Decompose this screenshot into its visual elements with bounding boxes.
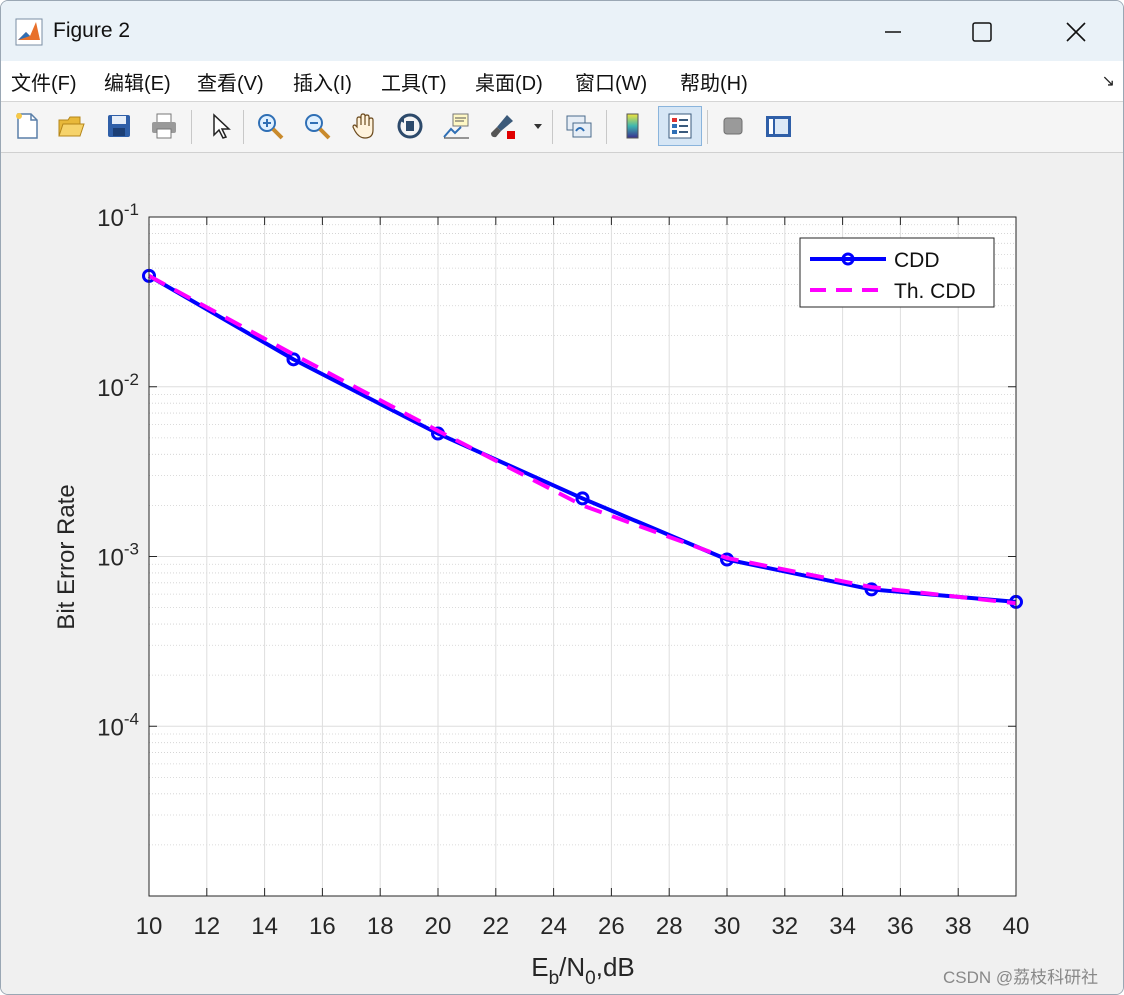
x-tick-label: 12 — [193, 913, 220, 940]
x-tick-label: 10 — [136, 913, 163, 940]
x-tick-label: 38 — [945, 913, 972, 940]
legend-label-cdd: CDD — [894, 249, 940, 272]
rotate-3d-icon — [397, 113, 423, 139]
print-icon — [152, 113, 176, 139]
select-pointer-icon — [213, 113, 231, 139]
legend-icon — [668, 113, 692, 139]
open-file-button[interactable] — [53, 108, 89, 144]
legend-label-th-cdd: Th. CDD — [894, 280, 976, 303]
link-plot-button[interactable] — [561, 108, 597, 144]
save-icon — [108, 115, 130, 137]
menu-bar: 文件(F) 编辑(E) 查看(V) 插入(I) 工具(T) 桌面(D) 窗口(W… — [1, 61, 1123, 102]
caret-down-icon — [534, 124, 542, 129]
toolbar-separator — [606, 110, 607, 144]
hide-plot-tools-icon — [723, 117, 743, 135]
pan-hand-icon — [352, 113, 374, 139]
zoom-in-button[interactable] — [252, 108, 288, 144]
menu-file[interactable]: 文件(F) — [11, 67, 77, 96]
x-tick-label: 20 — [425, 913, 452, 940]
minimize-button[interactable] — [863, 11, 923, 53]
print-button[interactable] — [146, 108, 182, 144]
x-tick-label: 18 — [367, 913, 394, 940]
y-tick-label: 10-1 — [97, 200, 139, 232]
toolbar-separator — [552, 110, 553, 144]
colorbar-button[interactable] — [614, 108, 650, 144]
figure-window: Figure 2 文件(F) 编辑(E) 查看(V) 插入(I) 工具(T) 桌… — [0, 0, 1124, 995]
data-cursor-button[interactable] — [438, 108, 474, 144]
new-figure-button[interactable] — [9, 108, 45, 144]
data-cursor-icon — [443, 113, 469, 139]
x-tick-label: 32 — [771, 913, 798, 940]
zoom-in-icon — [258, 114, 284, 140]
dock-arrow-icon[interactable]: ↘ — [1102, 71, 1115, 91]
rotate-3d-button[interactable] — [392, 108, 428, 144]
menu-insert[interactable]: 插入(I) — [293, 67, 352, 96]
zoom-out-button[interactable] — [299, 108, 335, 144]
x-tick-label: 26 — [598, 913, 625, 940]
toolbar-separator — [243, 110, 244, 144]
brush-dropdown[interactable] — [529, 108, 547, 144]
menu-edit[interactable]: 编辑(E) — [104, 67, 171, 96]
menu-help[interactable]: 帮助(H) — [680, 67, 748, 96]
menu-window[interactable]: 窗口(W) — [575, 67, 647, 96]
show-plot-tools-button[interactable] — [760, 108, 796, 144]
maximize-icon — [972, 22, 992, 42]
hide-plot-tools-button[interactable] — [715, 108, 751, 144]
x-tick-label: 28 — [656, 913, 683, 940]
minimize-icon — [885, 31, 901, 33]
menu-tools[interactable]: 工具(T) — [381, 67, 447, 96]
menu-desktop[interactable]: 桌面(D) — [475, 67, 543, 96]
toolbar-separator — [707, 110, 708, 144]
x-tick-label: 16 — [309, 913, 336, 940]
x-tick-label: 40 — [1003, 913, 1030, 940]
x-tick-label: 14 — [251, 913, 278, 940]
menu-view[interactable]: 查看(V) — [197, 67, 264, 96]
y-axis-label: Bit Error Rate — [53, 484, 80, 629]
close-button[interactable] — [1046, 11, 1106, 53]
close-icon — [1066, 22, 1086, 42]
x-tick-label: 24 — [540, 913, 567, 940]
title-bar: Figure 2 — [1, 1, 1123, 61]
figure-canvas: 10 12 14 16 18 20 22 24 26 28 30 32 34 36 38 40 10-1 10-2… — [1, 153, 1123, 994]
y-tick-label: 10-4 — [97, 709, 139, 741]
link-plot-icon — [566, 115, 592, 138]
y-tick-label: 10-3 — [97, 540, 139, 572]
save-button[interactable] — [101, 108, 137, 144]
y-tick-label: 10-2 — [97, 370, 139, 402]
legend-button[interactable] — [658, 106, 702, 146]
colorbar-icon — [626, 113, 639, 139]
x-tick-label: 36 — [887, 913, 914, 940]
new-figure-icon — [16, 113, 38, 139]
brush-icon — [491, 115, 515, 139]
watermark-text: CSDN @荔枝科研社 — [943, 968, 1099, 987]
window-title: Figure 2 — [53, 19, 131, 42]
x-tick-label: 30 — [714, 913, 741, 940]
matlab-logo-icon — [15, 18, 43, 46]
ber-chart[interactable]: 10 12 14 16 18 20 22 24 26 28 30 32 34 36 38 40 10-1 10-2… — [1, 153, 1123, 994]
x-axis-label: Eb/N0,dB — [531, 952, 635, 989]
brush-button[interactable] — [484, 108, 520, 144]
figure-toolbar — [1, 102, 1123, 153]
open-file-icon — [58, 116, 85, 137]
show-plot-tools-icon — [766, 116, 791, 137]
legend[interactable]: CDD Th. CDD — [799, 237, 995, 308]
select-pointer-button[interactable] — [201, 108, 237, 144]
x-tick-label: 22 — [482, 913, 509, 940]
x-tick-label: 34 — [829, 913, 856, 940]
pan-button[interactable] — [346, 108, 382, 144]
toolbar-separator — [191, 110, 192, 144]
zoom-out-icon — [305, 114, 331, 140]
maximize-button[interactable] — [952, 11, 1012, 53]
